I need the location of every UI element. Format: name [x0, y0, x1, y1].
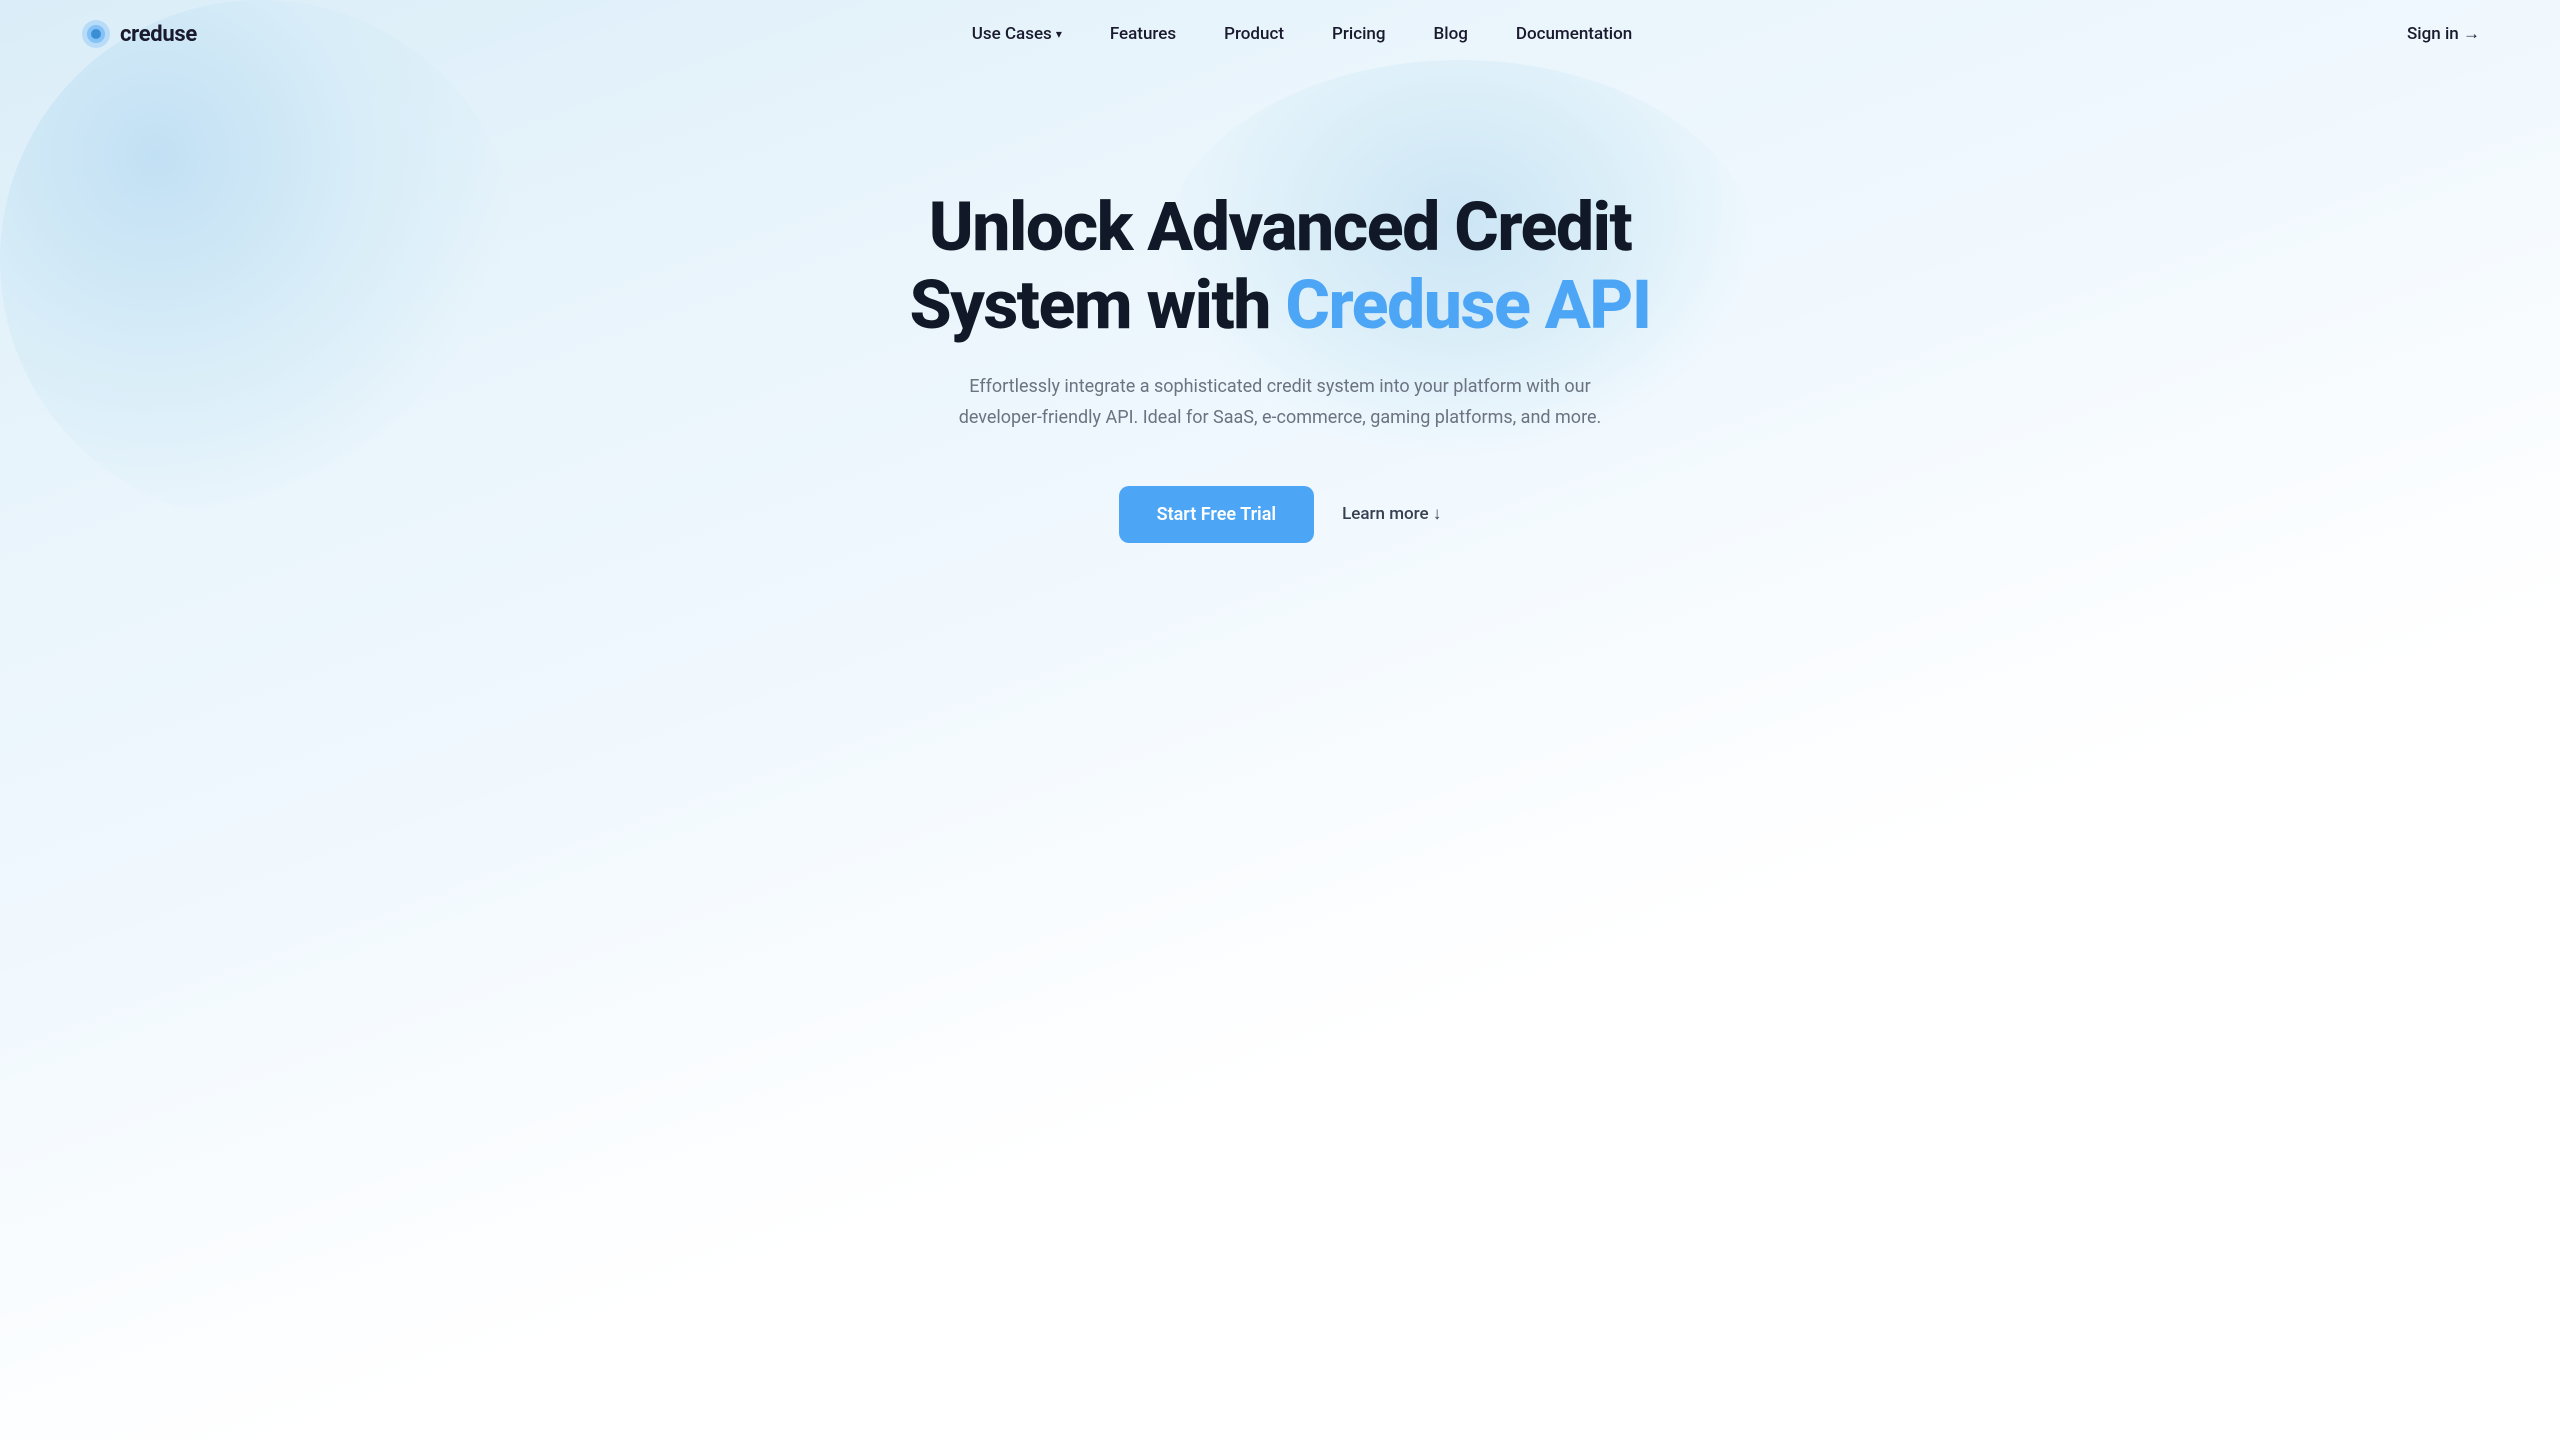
- nav-label-use-cases: Use Cases: [972, 24, 1052, 44]
- nav-link-use-cases[interactable]: Use Cases ▾: [972, 24, 1062, 44]
- nav-item-pricing[interactable]: Pricing: [1332, 24, 1386, 44]
- nav-link-product[interactable]: Product: [1224, 24, 1284, 44]
- nav-links: Use Cases ▾ Features Product Pricing: [972, 24, 1633, 44]
- hero-title: Unlock Advanced Credit System with Credu…: [909, 188, 1650, 344]
- hero-section: Unlock Advanced Credit System with Credu…: [0, 68, 2560, 623]
- hero-title-highlight: Creduse API: [1285, 265, 1650, 345]
- nav-link-pricing[interactable]: Pricing: [1332, 24, 1386, 44]
- nav-item-features[interactable]: Features: [1110, 24, 1176, 44]
- nav-label-features: Features: [1110, 24, 1176, 44]
- navbar: creduse Use Cases ▾ Features Product: [0, 0, 2560, 68]
- logo-link[interactable]: creduse: [80, 18, 197, 50]
- hero-cta: Start Free Trial Learn more ↓: [1119, 486, 1442, 543]
- learn-more-button[interactable]: Learn more ↓: [1342, 504, 1441, 524]
- logo-icon: [80, 18, 112, 50]
- nav-item-documentation[interactable]: Documentation: [1516, 24, 1632, 44]
- nav-item-blog[interactable]: Blog: [1434, 24, 1468, 44]
- nav-link-documentation[interactable]: Documentation: [1516, 24, 1632, 44]
- signin-label: Sign in →: [2407, 24, 2480, 44]
- start-free-trial-button[interactable]: Start Free Trial: [1119, 486, 1314, 543]
- nav-item-product[interactable]: Product: [1224, 24, 1284, 44]
- logo-text: creduse: [120, 22, 197, 47]
- nav-label-blog: Blog: [1434, 24, 1468, 44]
- nav-item-use-cases[interactable]: Use Cases ▾: [972, 24, 1062, 44]
- nav-label-product: Product: [1224, 24, 1284, 44]
- nav-link-blog[interactable]: Blog: [1434, 24, 1468, 44]
- hero-subtitle: Effortlessly integrate a sophisticated c…: [930, 372, 1630, 433]
- signin-link[interactable]: Sign in →: [2407, 24, 2480, 44]
- hero-title-part1: Unlock Advanced Credit: [929, 187, 1631, 267]
- page-wrapper: creduse Use Cases ▾ Features Product: [0, 0, 2560, 1440]
- nav-label-pricing: Pricing: [1332, 24, 1386, 44]
- hero-title-part2: System with: [909, 265, 1285, 345]
- nav-label-documentation: Documentation: [1516, 24, 1632, 44]
- nav-link-features[interactable]: Features: [1110, 24, 1176, 44]
- chevron-down-icon: ▾: [1056, 27, 1062, 41]
